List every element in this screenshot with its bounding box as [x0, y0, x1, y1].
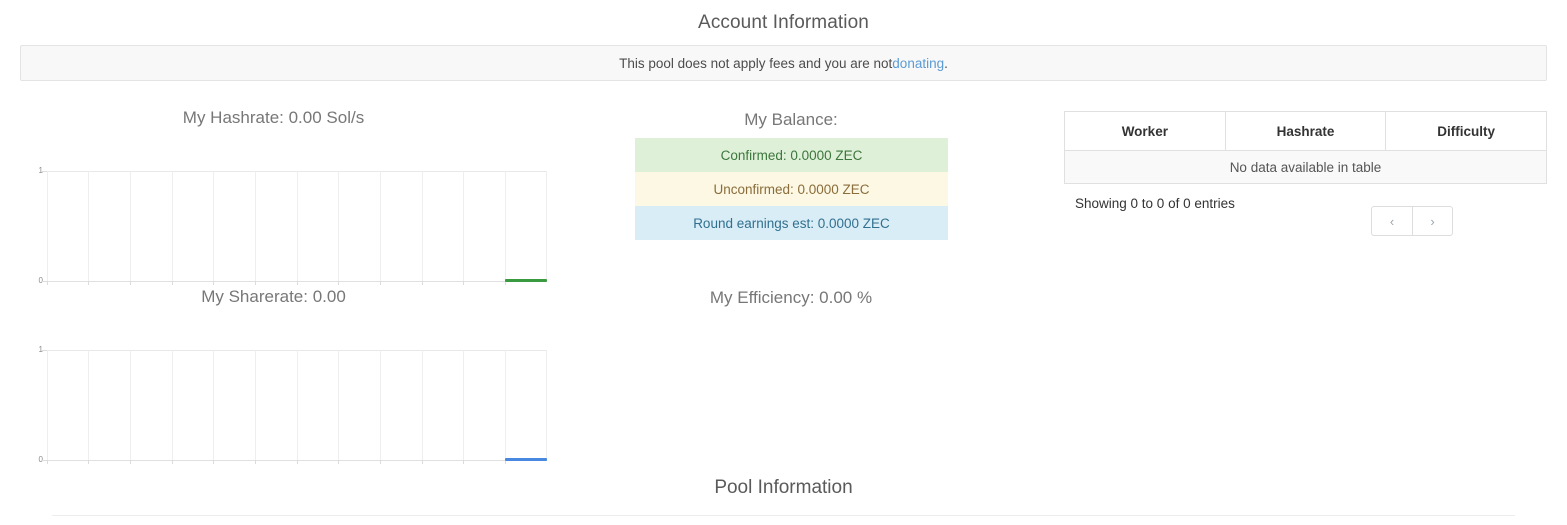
hashrate-vgrid	[505, 171, 506, 281]
hashrate-xtick	[255, 281, 256, 285]
pagination-previous-button[interactable]: ‹	[1371, 206, 1412, 236]
sharerate-xtick	[463, 460, 464, 464]
hashrate-xtick	[297, 281, 298, 285]
fee-notice-period: .	[944, 55, 948, 71]
balance-row-confirmed: Confirmed: 0.0000 ZEC	[635, 138, 948, 172]
hashrate-vgrid	[130, 171, 131, 281]
hashrate-data-line	[505, 279, 547, 282]
sharerate-vgrid	[47, 350, 48, 460]
sharerate-xtick	[130, 460, 131, 464]
hashrate-vgrid	[546, 171, 547, 281]
sharerate-vgrid	[505, 350, 506, 460]
sharerate-vgrid	[463, 350, 464, 460]
sharerate-xtick	[338, 460, 339, 464]
sharerate-xtick	[88, 460, 89, 464]
balance-panel: Confirmed: 0.0000 ZEC Unconfirmed: 0.000…	[635, 138, 948, 240]
hashrate-xtick	[130, 281, 131, 285]
workers-table: Worker Hashrate Difficulty No data avail…	[1064, 111, 1547, 184]
workers-table-info: Showing 0 to 0 of 0 entries	[1075, 196, 1235, 211]
sharerate-vgrid	[88, 350, 89, 460]
hashrate-xtick	[172, 281, 173, 285]
workers-table-empty-message: No data available in table	[1064, 150, 1547, 184]
workers-column-hashrate[interactable]: Hashrate	[1224, 111, 1387, 151]
balance-row-unconfirmed: Unconfirmed: 0.0000 ZEC	[635, 172, 948, 206]
balance-title: My Balance:	[744, 110, 838, 129]
hashrate-chart-block: My Hashrate: 0.00 Sol/s 1 0	[0, 108, 547, 285]
hashrate-vgrid	[380, 171, 381, 281]
sharerate-xtick	[213, 460, 214, 464]
hashrate-vgrid	[338, 171, 339, 281]
sharerate-chart-canvas[interactable]: 1 0	[0, 313, 547, 464]
hashrate-vgrid	[47, 171, 48, 281]
sharerate-vgrid	[297, 350, 298, 460]
hashrate-chart-canvas[interactable]: 1 0	[0, 134, 547, 285]
hashrate-xtick	[380, 281, 381, 285]
sharerate-xtick	[47, 460, 48, 464]
hashrate-chart-title: My Hashrate: 0.00 Sol/s	[182, 108, 365, 127]
hashrate-vgrid	[172, 171, 173, 281]
hashrate-vgrid	[463, 171, 464, 281]
sharerate-vgrid	[130, 350, 131, 460]
sharerate-xtick	[297, 460, 298, 464]
fee-notice-text: This pool does not apply fees and you ar…	[619, 55, 893, 71]
workers-column-worker[interactable]: Worker	[1064, 111, 1226, 151]
workers-table-empty-row: No data available in table	[1064, 150, 1547, 184]
sharerate-vgrid	[255, 350, 256, 460]
balance-row-round-earnings: Round earnings est: 0.0000 ZEC	[635, 206, 948, 240]
hashrate-vgrid	[297, 171, 298, 281]
hashrate-xtick	[47, 281, 48, 285]
hashrate-vgrid	[213, 171, 214, 281]
pool-information-title: Pool Information	[714, 477, 853, 498]
hashrate-vgrid	[255, 171, 256, 281]
sharerate-vgrid	[172, 350, 173, 460]
sharerate-xtick	[255, 460, 256, 464]
pagination-next-button[interactable]: ›	[1412, 206, 1453, 236]
sharerate-vgrid	[213, 350, 214, 460]
sharerate-vgrid	[338, 350, 339, 460]
sharerate-vgrid	[422, 350, 423, 460]
sharerate-xtick	[380, 460, 381, 464]
hashrate-xtick	[213, 281, 214, 285]
hashrate-vgrid	[422, 171, 423, 281]
fee-notice-bar: This pool does not apply fees and you ar…	[20, 45, 1547, 81]
sharerate-vgrid	[380, 350, 381, 460]
hashrate-xtick	[338, 281, 339, 285]
workers-table-header-row: Worker Hashrate Difficulty	[1064, 111, 1547, 151]
workers-column-difficulty[interactable]: Difficulty	[1385, 111, 1547, 151]
sharerate-data-line	[505, 458, 547, 461]
footer-divider	[52, 515, 1515, 516]
hashrate-vgrid	[88, 171, 89, 281]
sharerate-chart-title: My Sharerate: 0.00	[201, 287, 346, 306]
hashrate-xtick	[88, 281, 89, 285]
workers-table-pagination: ‹ ›	[1371, 206, 1453, 236]
sharerate-vgrid	[546, 350, 547, 460]
efficiency-title: My Efficiency: 0.00 %	[709, 288, 873, 307]
sharerate-chart-block: My Sharerate: 0.00 1 0	[0, 287, 547, 464]
hashrate-xtick	[463, 281, 464, 285]
page-title: Account Information	[698, 12, 869, 33]
hashrate-xtick	[422, 281, 423, 285]
donating-link[interactable]: donating	[892, 56, 944, 71]
sharerate-xtick	[172, 460, 173, 464]
sharerate-xtick	[422, 460, 423, 464]
